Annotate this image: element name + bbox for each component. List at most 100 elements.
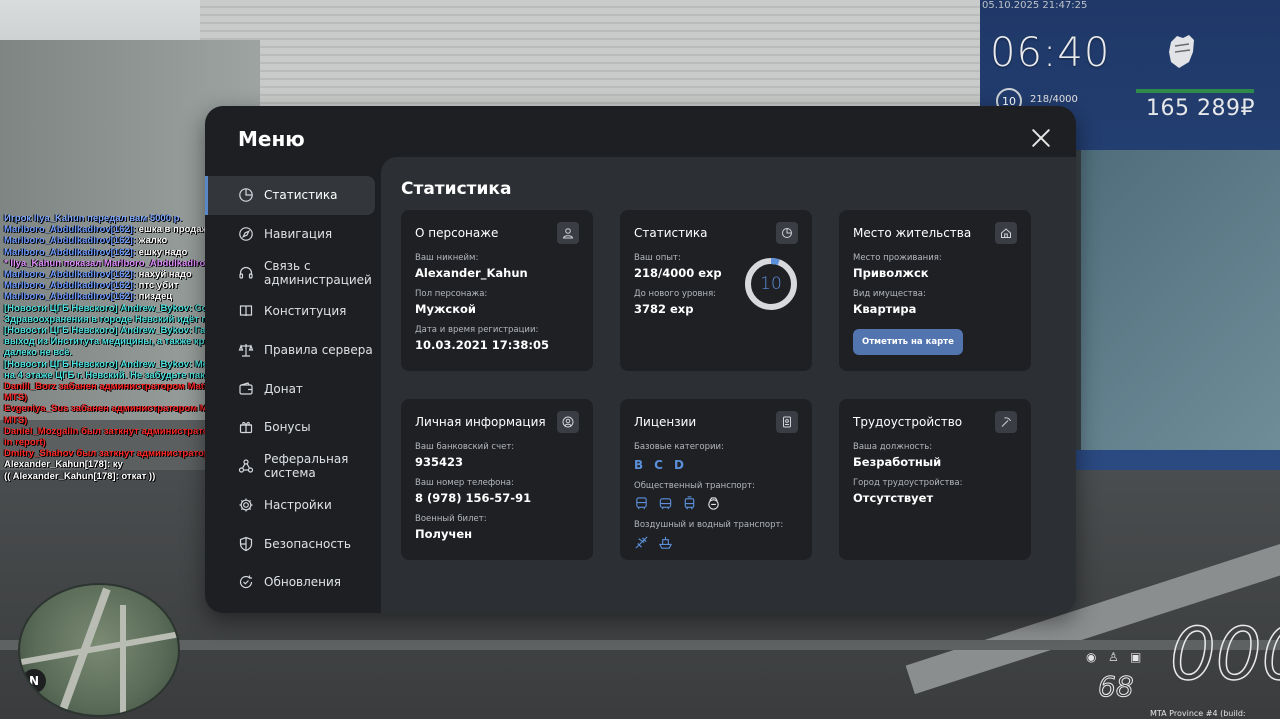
chat-nick: Marlboro_Abdulkadirov[162]: — [4, 246, 136, 258]
menu-sidebar: Статистика Навигация Связь с администрацие… — [205, 176, 381, 602]
curb — [0, 640, 1280, 650]
card-statistics: Статистика Ваш опыт: 218/4000 exp До нов… — [620, 210, 812, 371]
server-build-tag: MTA Province #4 (build: 6.12419.9) — [1150, 709, 1246, 719]
fist-weapon-icon — [1169, 35, 1194, 68]
card-title: Статистика — [634, 226, 708, 240]
sidebar-item-2[interactable]: Навигация — [205, 215, 381, 254]
nickname-value: Alexander_Kahun — [415, 266, 528, 280]
book-icon — [239, 305, 253, 317]
field-label: Ваш никнейм: — [415, 253, 479, 263]
card-character: О персонаже Ваш никнейм: Alexander_Kahun… — [401, 210, 593, 371]
pie-chart-icon — [776, 222, 798, 244]
level-number: 10 — [760, 274, 782, 294]
chat-nick: Marlboro_Abdulkadirov[162]: — [4, 291, 136, 303]
field-label: Военный билет: — [415, 514, 487, 524]
user-circle-icon — [557, 411, 579, 433]
health-bar — [1136, 89, 1254, 93]
sidebar-item-8[interactable]: Реферальная система — [205, 447, 381, 486]
network-icon — [238, 459, 254, 473]
card-employment: Трудоустройство Ваша должность: Безработ… — [839, 399, 1031, 560]
card-personal-info: Личная информация Ваш банковский счет: 9… — [401, 399, 593, 560]
card-title: О персонаже — [415, 226, 499, 240]
sidebar-item-4[interactable]: Конституция — [205, 292, 381, 331]
boat-icon — [658, 536, 673, 549]
sidebar-item-label: Донат — [264, 381, 303, 396]
property-type-value: Квартира — [853, 302, 917, 316]
hud-speedometer: 000 — [1169, 611, 1280, 697]
minimap-road — [120, 605, 126, 715]
sidebar-item-1[interactable]: Статистика — [205, 176, 375, 215]
seatbelt-icon: ♙ — [1108, 650, 1119, 664]
chat-nick: Marlboro_Abdulkadirov[162]: — [4, 280, 136, 292]
minimap-road — [20, 630, 178, 666]
field-label: Пол персонажа: — [415, 289, 488, 299]
field-label: Дата и время регистрации: — [415, 325, 539, 335]
sidebar-item-7[interactable]: Бонусы — [205, 408, 381, 447]
sidebar-item-3[interactable]: Связь с администрацией — [205, 253, 381, 292]
minimap: N — [18, 583, 180, 717]
sidebar-item-label: Статистика — [264, 188, 338, 203]
statistics-panel: Статистика О персонаже Ваш никнейм: Alex… — [381, 157, 1076, 613]
license-category: B — [634, 458, 644, 472]
bank-account-value: 935423 — [415, 455, 464, 469]
field-label: Ваша должность: — [853, 442, 933, 452]
field-label: Ваш банковский счет: — [415, 442, 515, 452]
hud-timestamp: 05.10.2025 21:47:25 — [982, 0, 1088, 11]
field-label: Воздушный и водный транспорт: — [634, 520, 784, 530]
card-title: Личная информация — [415, 415, 546, 429]
gender-value: Мужской — [415, 302, 476, 316]
trolleybus-icon — [659, 498, 672, 510]
level-progress-ring: 10 — [744, 257, 798, 311]
card-title: Трудоустройство — [853, 415, 963, 429]
chat-nick: Marlboro_Abdulkadirov[162]: — [4, 269, 136, 281]
license-category: D — [673, 458, 684, 472]
gift-icon — [239, 422, 253, 434]
air-water-transport-licenses — [634, 535, 798, 550]
sidebar-item-9[interactable]: Настройки — [205, 486, 381, 525]
bus-icon — [636, 497, 647, 510]
sidebar-item-label: Бонусы — [264, 420, 311, 435]
compass-icon — [239, 227, 253, 241]
user-icon — [557, 222, 579, 244]
chat-message: нахуй надо — [135, 269, 192, 281]
field-label: Общественный транспорт: — [634, 481, 755, 491]
sidebar-item-11[interactable]: Обновления — [205, 563, 381, 602]
hud-clock: 06:40 — [990, 30, 1111, 76]
hud-money: 165 289₽ — [1146, 96, 1255, 121]
chat-nick: Marlboro_Abdulkadirov[162]: — [4, 224, 136, 236]
refresh-check-icon — [239, 575, 253, 589]
sidebar-item-label: Конституция — [264, 304, 347, 319]
close-button[interactable] — [1031, 128, 1051, 148]
sidebar-item-5[interactable]: Правила сервера — [205, 331, 381, 370]
headlight-icon: ◉ — [1086, 650, 1097, 664]
sidebar-item-label: Обновления — [264, 575, 342, 590]
sidebar-item-label: Безопасность — [264, 536, 351, 551]
gear-icon — [239, 498, 253, 512]
chat-message: жалко — [135, 235, 168, 247]
sidebar-item-label: Реферальная система — [264, 452, 349, 481]
minimap-north-marker: N — [22, 669, 46, 693]
engine-icon: ▣ — [1130, 650, 1142, 664]
field-label: Вид имущества: — [853, 289, 926, 299]
license-categories: BCD — [634, 458, 798, 472]
chat-message: ешку надо — [135, 246, 188, 258]
menu-title: Меню — [238, 127, 305, 151]
hud-fuel: 68 — [1098, 670, 1135, 704]
hud-exp: 218/4000 — [1030, 94, 1078, 105]
card-licenses: Лицензии Базовые категории: BCD Обществе… — [620, 399, 812, 560]
mark-on-map-button[interactable]: Отметить на карте — [853, 329, 963, 355]
job-position-value: Безработный — [853, 455, 942, 469]
license-category: C — [654, 458, 663, 472]
building-wall — [200, 0, 980, 110]
field-label: Город трудоустройства: — [853, 478, 963, 488]
job-city-value: Отсутствует — [853, 491, 934, 505]
chat-nick: Marlboro_Abdulkadirov[162]: — [4, 235, 136, 247]
field-label: Место проживания: — [853, 253, 942, 263]
pie-chart-icon — [239, 188, 253, 203]
sidebar-item-label: Правила сервера — [264, 343, 373, 358]
sidebar-item-6[interactable]: Донат — [205, 369, 381, 408]
vehicle-status-icons: ◉ ♙ ▣ — [1086, 650, 1146, 664]
registration-date-value: 10.03.2021 17:38:05 — [415, 338, 549, 352]
card-residence: Место жительства Место проживания: Приво… — [839, 210, 1031, 371]
sidebar-item-10[interactable]: Безопасность — [205, 524, 381, 563]
